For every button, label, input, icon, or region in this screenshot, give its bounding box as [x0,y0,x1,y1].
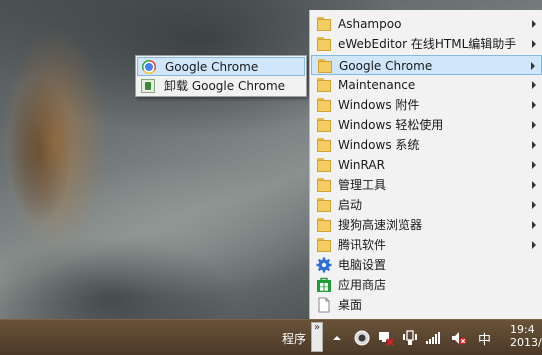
store-icon [316,277,332,293]
menu-item-desktop[interactable]: 桌面 [311,295,542,315]
folder-icon [316,197,332,213]
folder-icon [316,16,332,32]
menu-item-label: WinRAR [338,158,385,172]
signal-strength-icon[interactable] [425,330,441,346]
menu-item-maintenance[interactable]: Maintenance [311,75,542,95]
menu-item-store[interactable]: 应用商店 [311,275,542,295]
submenu-item-label: Google Chrome [165,60,259,74]
folder-icon [316,36,332,52]
menu-item-admin-tools[interactable]: 管理工具 [311,175,542,195]
gear-icon [316,257,332,273]
menu-item-ewebeditor[interactable]: eWebEditor 在线HTML编辑助手 [311,34,542,54]
chevron-right-icon [532,221,536,229]
chevron-right-icon [532,201,536,209]
chevron-right-icon [532,20,536,28]
menu-item-label: Windows 系统 [338,138,420,152]
menu-item-label: Maintenance [338,78,416,92]
taskbar: 程序 » 中 19:4 2013/1 [0,319,542,355]
menu-item-label: 桌面 [338,298,363,312]
chevron-right-icon [531,62,535,70]
programs-menu: Ashampoo eWebEditor 在线HTML编辑助手 Google Ch… [309,10,542,319]
submenu-item-label: 卸载 Google Chrome [164,79,286,93]
folder-icon [316,217,332,233]
menu-item-label: 启动 [338,198,363,212]
uninstall-icon [141,79,156,94]
chrome-icon [142,60,157,75]
menu-item-windows-accessories[interactable]: Windows 附件 [311,95,542,115]
chevron-right-icon [532,121,536,129]
menu-item-winrar[interactable]: WinRAR [311,155,542,175]
folder-icon [316,97,332,113]
folder-icon [316,77,332,93]
menu-item-label: 腾讯软件 [338,238,387,252]
menu-item-label: 电脑设置 [338,258,387,272]
folder-icon [317,58,333,74]
menu-item-pc-settings[interactable]: 电脑设置 [311,255,542,275]
menu-item-label: Google Chrome [339,59,433,73]
menu-item-google-chrome[interactable]: Google Chrome [311,55,542,75]
chevron-right-icon [532,241,536,249]
toolbar-expand-button[interactable]: » [311,322,323,352]
security-tray-icon[interactable] [354,330,370,346]
menu-item-sogou-browser[interactable]: 搜狗高速浏览器 [311,215,542,235]
submenu-item-google-chrome[interactable]: Google Chrome [137,57,305,76]
double-chevron-icon: » [313,322,321,333]
menu-item-windows-system[interactable]: Windows 系统 [311,135,542,155]
folder-icon [316,117,332,133]
menu-item-startup[interactable]: 启动 [311,195,542,215]
clock-time: 19:4 [510,323,535,336]
menu-item-label: eWebEditor 在线HTML编辑助手 [338,37,517,51]
clock-date: 2013/1 [510,336,542,349]
menu-item-windows-ease-of-access[interactable]: Windows 轻松使用 [311,115,542,135]
folder-icon [316,237,332,253]
programs-toolbar-label[interactable]: 程序 [282,330,306,347]
menu-item-ashampoo[interactable]: Ashampoo [311,14,542,34]
menu-item-label: 管理工具 [338,178,387,192]
ime-indicator[interactable]: 中 [478,329,491,348]
folder-icon [316,157,332,173]
usb-device-icon[interactable] [402,330,418,346]
tray-overflow-arrow-icon[interactable] [332,332,348,348]
menu-item-label: Ashampoo [338,17,402,31]
chevron-right-icon [532,141,536,149]
menu-item-tencent-software[interactable]: 腾讯软件 [311,235,542,255]
volume-muted-icon[interactable] [451,330,467,346]
chevron-right-icon [532,161,536,169]
chevron-right-icon [532,81,536,89]
chevron-right-icon [532,101,536,109]
folder-icon [316,137,332,153]
menu-item-label: 应用商店 [338,278,387,292]
chevron-right-icon [532,40,536,48]
chrome-submenu: Google Chrome 卸载 Google Chrome [135,55,307,97]
submenu-item-uninstall-chrome[interactable]: 卸载 Google Chrome [137,77,305,96]
document-icon [316,297,332,313]
system-clock[interactable]: 19:4 2013/1 [510,323,542,349]
menu-item-label: Windows 轻松使用 [338,118,444,132]
folder-icon [316,177,332,193]
network-disabled-icon[interactable] [378,330,394,346]
menu-item-label: 搜狗高速浏览器 [338,218,423,232]
menu-item-label: Windows 附件 [338,98,420,112]
chevron-right-icon [532,181,536,189]
